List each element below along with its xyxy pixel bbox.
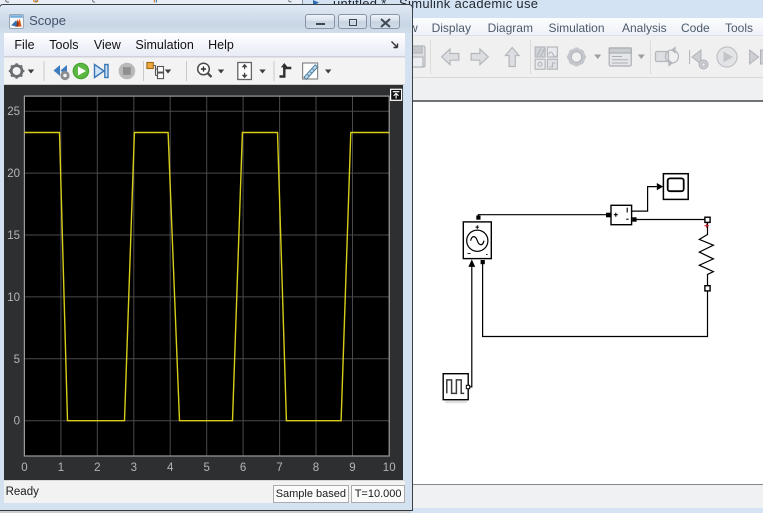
- svg-text:7: 7: [277, 462, 283, 474]
- svg-text:25: 25: [7, 106, 20, 118]
- svg-text:8: 8: [313, 462, 319, 474]
- svg-text:1: 1: [58, 462, 64, 474]
- svg-text:0: 0: [14, 416, 20, 428]
- svg-text:0: 0: [21, 462, 27, 474]
- svg-text:9: 9: [349, 462, 355, 474]
- svg-text:2: 2: [94, 462, 100, 474]
- svg-text:5: 5: [204, 462, 210, 474]
- svg-text:10: 10: [383, 462, 396, 474]
- svg-text:10: 10: [7, 292, 20, 304]
- svg-text:15: 15: [7, 230, 20, 242]
- svg-text:5: 5: [14, 354, 20, 366]
- svg-text:4: 4: [167, 462, 174, 474]
- svg-text:3: 3: [131, 462, 137, 474]
- svg-text:20: 20: [7, 168, 20, 180]
- svg-text:6: 6: [240, 462, 246, 474]
